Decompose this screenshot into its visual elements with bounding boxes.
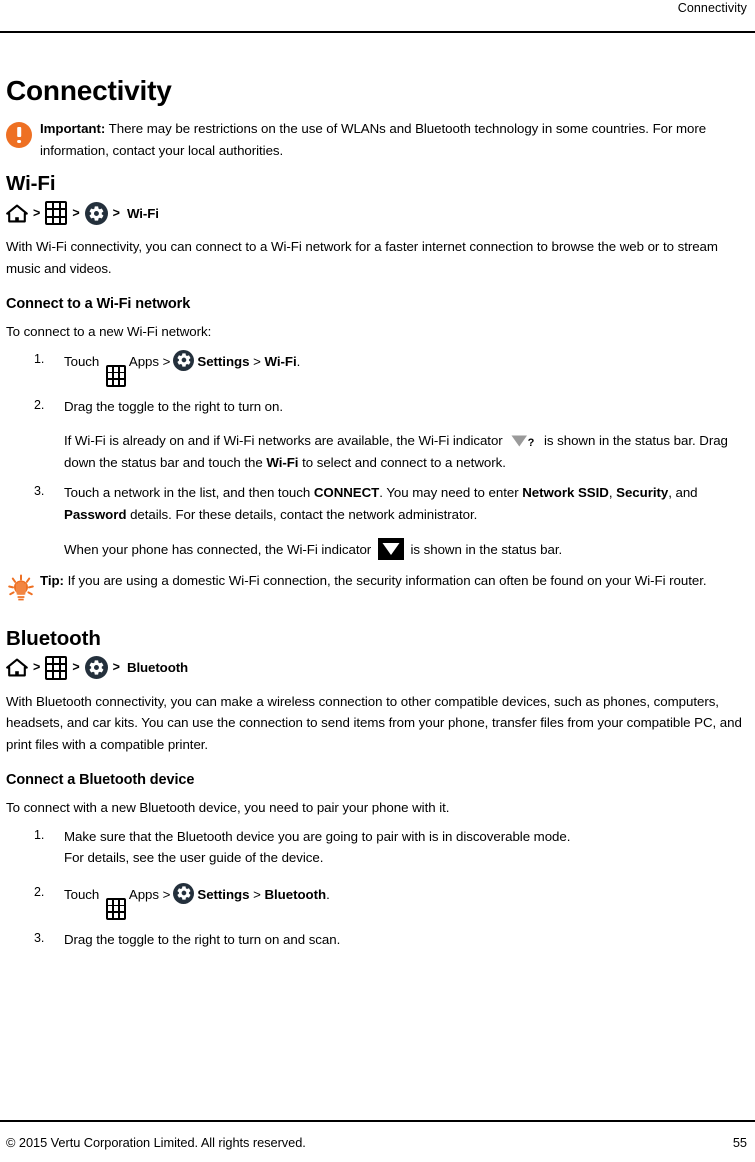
step-note-part2: is shown in the status bar. bbox=[406, 542, 563, 558]
document-content: Connectivity Important: There may be res… bbox=[6, 60, 747, 959]
tip-callout-body: Tip: If you are using a domestic Wi-Fi c… bbox=[40, 570, 747, 592]
step-text: Touch a network in the list, and then to… bbox=[64, 482, 747, 525]
settings-gear-icon[interactable] bbox=[173, 349, 195, 371]
step-note-part3: to select and connect to a network. bbox=[298, 454, 506, 470]
breadcrumb-separator: > bbox=[72, 205, 80, 220]
header-divider bbox=[0, 31, 755, 33]
tip-label: Tip: bbox=[40, 572, 64, 588]
important-exclamation-icon bbox=[6, 122, 32, 148]
home-icon[interactable] bbox=[6, 658, 28, 677]
step-bold-connect: CONNECT bbox=[313, 485, 380, 501]
step-note-bold: Wi-Fi bbox=[266, 454, 299, 470]
breadcrumb-separator: > bbox=[112, 660, 120, 675]
step-note: If Wi-Fi is already on and if Wi-Fi netw… bbox=[64, 430, 747, 473]
step-text: Drag the toggle to the right to turn on. bbox=[64, 398, 284, 414]
list-item: Touch a network in the list, and then to… bbox=[6, 481, 747, 561]
breadcrumb-last-label-wifi: Wi-Fi bbox=[126, 205, 159, 221]
tip-callout-icon-wrap bbox=[6, 570, 40, 600]
step-line2: For details, see the user guide of the d… bbox=[64, 850, 324, 866]
step-suffix: . bbox=[326, 886, 330, 902]
tip-text: If you are using a domestic Wi-Fi connec… bbox=[63, 572, 707, 588]
settings-gear-icon[interactable] bbox=[173, 882, 195, 904]
exclamation-bar bbox=[17, 127, 21, 137]
svg-text:?: ? bbox=[528, 437, 535, 448]
bluetooth-steps-lead: To connect with a new Bluetooth device, … bbox=[6, 800, 450, 816]
step-separator: > bbox=[162, 353, 171, 369]
breadcrumb-separator: > bbox=[33, 660, 41, 675]
tip-callout: Tip: If you are using a domestic Wi-Fi c… bbox=[6, 570, 747, 600]
breadcrumb-separator: > bbox=[72, 660, 80, 675]
important-callout-icon-wrap bbox=[6, 118, 40, 148]
section-title-wifi: Wi-Fi bbox=[6, 172, 56, 195]
wifi-connected-indicator-icon bbox=[377, 538, 404, 561]
running-header-title: Connectivity bbox=[677, 1, 747, 15]
footer-divider bbox=[0, 1120, 755, 1122]
step-suffix: . bbox=[296, 353, 301, 369]
apps-grid-icon[interactable] bbox=[45, 655, 68, 680]
wifi-steps-lead: To connect to a new Wi-Fi network: bbox=[6, 324, 212, 339]
list-item: Touch Apps > Settings > Bluetooth. bbox=[6, 882, 747, 920]
breadcrumb-last-label-bluetooth: Bluetooth bbox=[126, 660, 189, 676]
step-apps-label: Apps bbox=[128, 886, 159, 902]
step-target-label: Bluetooth bbox=[264, 886, 327, 902]
breadcrumb-bluetooth: > > > Bluetooth bbox=[6, 655, 747, 681]
apps-grid-icon[interactable] bbox=[45, 201, 68, 225]
running-header: Connectivity bbox=[0, 0, 755, 30]
apps-grid-icon[interactable] bbox=[105, 897, 126, 920]
step-text: Drag the toggle to the right to turn on … bbox=[64, 931, 341, 947]
step-bold-security: Security bbox=[616, 485, 669, 501]
settings-gear-icon[interactable] bbox=[84, 201, 108, 225]
step-settings-label: Settings bbox=[197, 886, 250, 902]
list-item: Drag the toggle to the right to turn on.… bbox=[6, 395, 747, 474]
step-part5: details. For these details, contact the … bbox=[126, 506, 478, 522]
bluetooth-steps-list: Make sure that the Bluetooth device you … bbox=[6, 825, 747, 951]
step-part2: . You may need to enter bbox=[379, 485, 523, 501]
wifi-steps-list: Touch Apps > Settings > Wi-Fi. Drag the t… bbox=[6, 348, 747, 561]
list-item: Drag the toggle to the right to turn on … bbox=[6, 928, 747, 951]
page-footer: © 2015 Vertu Corporation Limited. All ri… bbox=[6, 1134, 747, 1152]
important-label: Important: bbox=[40, 121, 106, 136]
wifi-intro-paragraph: With Wi-Fi connectivity, you can connect… bbox=[6, 239, 718, 276]
exclamation-dot bbox=[17, 139, 21, 144]
apps-grid-icon[interactable] bbox=[105, 364, 126, 387]
settings-gear-icon[interactable] bbox=[84, 656, 108, 680]
important-callout: Important: There may be restrictions on … bbox=[6, 118, 747, 161]
step-prefix: Touch bbox=[64, 886, 103, 902]
step-bold-ssid: Network SSID bbox=[522, 485, 609, 501]
subsection-title-connect-wifi: Connect to a Wi-Fi network bbox=[6, 296, 191, 312]
document-page: Connectivity Connectivity Important: The… bbox=[0, 0, 755, 1162]
step-settings-label: Settings bbox=[197, 353, 250, 369]
step-note-part1: If Wi-Fi is already on and if Wi-Fi netw… bbox=[64, 433, 507, 449]
step-separator: > bbox=[162, 886, 171, 902]
list-item: Touch Apps > Settings > Wi-Fi. bbox=[6, 348, 747, 387]
tip-lightbulb-icon bbox=[6, 574, 36, 604]
breadcrumb-separator: > bbox=[33, 205, 41, 220]
step-bold-password: Password bbox=[64, 506, 127, 522]
step-note: When your phone has connected, the Wi-Fi… bbox=[64, 538, 747, 561]
step-apps-label: Apps bbox=[128, 353, 159, 369]
step-note-part1: When your phone has connected, the Wi-Fi… bbox=[64, 542, 375, 558]
important-text: There may be restrictions on the use of … bbox=[40, 121, 707, 158]
home-icon[interactable] bbox=[6, 204, 28, 223]
step-separator: > bbox=[253, 353, 261, 369]
bluetooth-intro-paragraph: With Bluetooth connectivity, you can mak… bbox=[6, 693, 742, 752]
important-callout-body: Important: There may be restrictions on … bbox=[40, 118, 747, 161]
step-line1: Make sure that the Bluetooth device you … bbox=[64, 828, 571, 844]
subsection-title-connect-bluetooth: Connect a Bluetooth device bbox=[6, 772, 195, 789]
breadcrumb-wifi: > > > Wi-Fi bbox=[6, 200, 747, 226]
step-prefix: Touch bbox=[64, 353, 103, 369]
step-part1: Touch a network in the list, and then to… bbox=[64, 485, 314, 501]
breadcrumb-separator: > bbox=[112, 205, 120, 220]
step-target-label: Wi-Fi bbox=[264, 353, 297, 369]
page-title: Connectivity bbox=[6, 75, 172, 106]
list-item: Make sure that the Bluetooth device you … bbox=[6, 825, 747, 869]
footer-page-number: 55 bbox=[732, 1135, 747, 1150]
step-separator: > bbox=[253, 886, 261, 902]
footer-copyright: © 2015 Vertu Corporation Limited. All ri… bbox=[6, 1135, 306, 1150]
step-part4: , and bbox=[668, 485, 698, 501]
section-title-bluetooth: Bluetooth bbox=[6, 626, 101, 650]
wifi-question-indicator-icon: ? bbox=[510, 432, 536, 449]
